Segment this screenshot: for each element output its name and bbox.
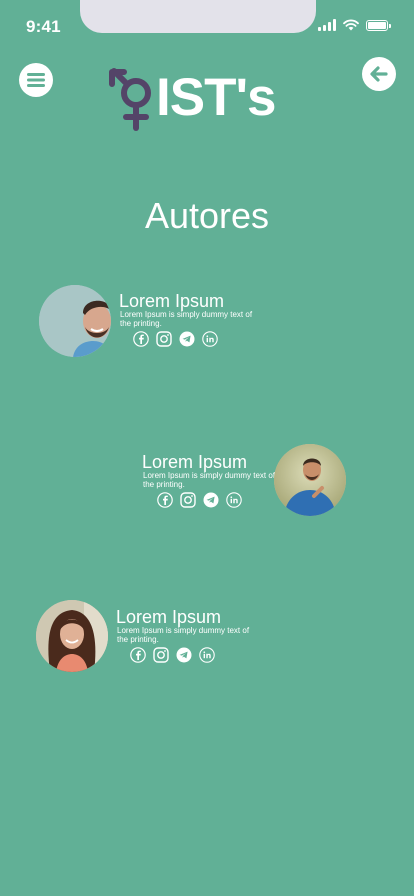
linkedin-icon[interactable]	[202, 331, 218, 347]
logo-text: IST's	[156, 68, 277, 127]
author-avatar[interactable]	[39, 285, 111, 357]
linkedin-icon[interactable]	[226, 492, 242, 508]
cellular-signal-icon	[318, 19, 336, 31]
author-avatar[interactable]	[36, 600, 108, 672]
social-links	[157, 492, 242, 508]
telegram-icon[interactable]	[176, 647, 192, 663]
telegram-icon[interactable]	[203, 492, 219, 508]
social-links	[133, 331, 218, 347]
instagram-icon[interactable]	[156, 331, 172, 347]
author-description: Lorem Ipsum is simply dummy text of the …	[120, 310, 253, 328]
back-button[interactable]	[362, 57, 396, 91]
facebook-icon[interactable]	[133, 331, 149, 347]
status-bar: 9:41	[0, 0, 414, 50]
facebook-icon[interactable]	[130, 647, 146, 663]
author-description: Lorem Ipsum is simply dummy text of the …	[143, 471, 276, 489]
author-name: Lorem Ipsum	[119, 291, 225, 311]
linkedin-icon[interactable]	[199, 647, 215, 663]
social-links	[130, 647, 215, 663]
device-notch	[80, 0, 316, 33]
status-time: 9:41	[26, 17, 61, 36]
author-name: Lorem Ipsum	[142, 452, 248, 472]
author-name: Lorem Ipsum	[116, 607, 222, 627]
telegram-icon[interactable]	[179, 331, 195, 347]
page-title: Autores	[144, 195, 270, 236]
gender-symbol-icon	[109, 68, 151, 131]
menu-button[interactable]	[19, 63, 53, 97]
battery-icon	[366, 20, 391, 31]
wifi-icon	[343, 19, 359, 31]
instagram-icon[interactable]	[180, 492, 196, 508]
arrow-left-icon	[370, 66, 388, 82]
instagram-icon[interactable]	[153, 647, 169, 663]
author-avatar[interactable]	[274, 444, 346, 516]
hamburger-menu-icon	[27, 73, 45, 87]
author-description: Lorem Ipsum is simply dummy text of the …	[117, 626, 250, 644]
system-icons	[318, 19, 391, 31]
app-logo: IST's	[108, 68, 298, 132]
facebook-icon[interactable]	[157, 492, 173, 508]
